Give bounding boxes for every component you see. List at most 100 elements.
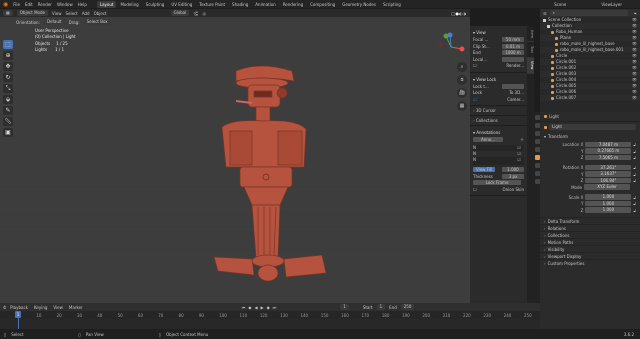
3d-cursor-section[interactable]: › 3D Cursor [470, 106, 527, 116]
jump-start-icon[interactable]: ⏮︎ [242, 305, 246, 310]
rotate-tool-icon[interactable]: ↻ [3, 73, 13, 82]
drag-selector[interactable]: Select Box [83, 19, 111, 25]
annotation-layer-selector[interactable]: Anno... [473, 137, 503, 142]
menu-help[interactable]: Help [78, 2, 87, 7]
rotation-x-field[interactable]: 37.261° [585, 164, 632, 171]
lock-icon[interactable]: 🔓︎ [633, 155, 636, 160]
proportional-edit-icon[interactable]: ◎ [202, 11, 206, 16]
start-frame-field[interactable]: 1 [376, 304, 386, 310]
annotation-layer-list[interactable]: N ☑ N ☑ N ☑ [473, 145, 524, 165]
timeline-menu-keying[interactable]: Keying [34, 305, 47, 310]
tab-rendering[interactable]: Rendering [280, 1, 306, 8]
physics-props-tab-icon[interactable] [534, 163, 540, 168]
menu-edit[interactable]: Edit [25, 2, 33, 7]
lock-icon[interactable]: 🔓︎ [633, 149, 636, 154]
zoom-icon[interactable]: ⌕ [457, 62, 467, 72]
outliner-item[interactable]: Circle.007 👁︎ [540, 95, 640, 101]
blender-logo-icon[interactable]: ◉ [3, 1, 8, 8]
object-props-tab-icon[interactable] [534, 155, 540, 160]
scale-tool-icon[interactable]: ⤡ [3, 84, 13, 93]
camera-lock-checkbox[interactable]: ☑ [473, 97, 477, 102]
pan-hand-icon[interactable]: ✋︎ [457, 75, 467, 85]
location-z-field[interactable]: 7.5065 m [585, 154, 632, 161]
menu-window[interactable]: Window [57, 2, 73, 7]
next-keyframe-icon[interactable]: ◆ [267, 305, 270, 310]
measure-tool-icon[interactable]: 📏︎ [3, 117, 13, 126]
jump-end-icon[interactable]: ⏭︎ [273, 305, 277, 310]
move-tool-icon[interactable]: ✥ [3, 62, 13, 71]
tab-shading[interactable]: Shading [229, 1, 251, 8]
focal-length-field[interactable]: 50 mm [502, 37, 524, 42]
grid-toggle-icon[interactable]: ▦ [457, 101, 467, 111]
panel-visibility[interactable]: › Visibility [540, 245, 640, 252]
output-props-tab-icon[interactable] [534, 131, 540, 136]
render-region-checkbox[interactable]: ☐ [473, 63, 477, 68]
add-cube-tool-icon[interactable]: ▣ [3, 128, 13, 137]
tab-texture-paint[interactable]: Texture Paint [196, 1, 228, 8]
play-reverse-icon[interactable]: ◀ [254, 305, 257, 310]
lock-icon[interactable]: 🔓︎ [633, 172, 636, 177]
panel-viewport-display[interactable]: › Viewport Display [540, 252, 640, 259]
viewport-menu-add[interactable]: Add [82, 11, 90, 16]
location-y-field[interactable]: 0.27665 m [585, 148, 632, 154]
view-section-title[interactable]: ▾ View [473, 30, 524, 35]
tab-view[interactable]: View [527, 58, 534, 74]
navigation-gizmo[interactable] [436, 32, 466, 62]
scene-selector[interactable]: Scene [554, 2, 566, 7]
tab-modeling[interactable]: Modeling [117, 1, 141, 8]
playhead[interactable]: 1 [15, 311, 21, 318]
lock-icon[interactable]: 🔓︎ [633, 208, 636, 213]
tab-tool[interactable]: Tool [527, 42, 534, 58]
clip-start-field[interactable]: 0.01 m [502, 43, 524, 49]
tab-scripting[interactable]: Scripting [380, 1, 404, 8]
menu-render[interactable]: Render [38, 2, 52, 7]
render-props-tab-icon[interactable] [534, 123, 540, 128]
select-box-tool-icon[interactable]: ⬚ [3, 40, 13, 49]
viewport-menu-select[interactable]: Select [65, 11, 77, 16]
lock-icon[interactable]: 🔓︎ [633, 142, 636, 147]
transform-orientation-selector[interactable]: Global [170, 10, 190, 16]
tab-item[interactable]: Item [527, 26, 534, 42]
timeline-menu-playback[interactable]: Playback [10, 305, 28, 310]
3d-viewport[interactable] [0, 9, 470, 303]
tab-uv-editing[interactable]: UV Editing [168, 1, 195, 8]
panel-relations[interactable]: › Relations [540, 224, 640, 231]
rotation-y-field[interactable]: 3.1637° [585, 171, 632, 177]
object-name-field[interactable]: Light [549, 124, 636, 130]
rotation-z-field[interactable]: 106.94° [585, 177, 632, 184]
cursor-tool-icon[interactable]: ⊕ [3, 51, 13, 60]
snap-icon[interactable]: 🧲︎ [193, 11, 198, 16]
viewlayer-selector[interactable]: ViewLayer [601, 2, 622, 7]
lock-frame-button[interactable]: Lock Frame [473, 180, 521, 185]
tool-props-tab-icon[interactable] [534, 115, 540, 120]
menu-file[interactable]: File [13, 2, 20, 7]
panel-delta-transform[interactable]: › Delta Transform [540, 217, 640, 224]
outliner-search-input[interactable]: ⌕ [549, 10, 628, 16]
light-data-tab-icon[interactable] [534, 179, 540, 184]
timeline-menu-view[interactable]: View [53, 305, 63, 310]
panel-custom-properties[interactable]: › Custom Properties [540, 259, 640, 266]
local-camera-field[interactable] [502, 56, 524, 62]
add-annotation-icon[interactable]: ＋ [520, 137, 524, 143]
collections-section[interactable]: › Collections [470, 116, 527, 126]
rendered-shading-icon[interactable]: ◑ [463, 11, 467, 16]
play-icon[interactable]: ▶ [261, 305, 264, 310]
lock-icon[interactable]: 🔓︎ [633, 178, 636, 183]
constraints-props-tab-icon[interactable] [534, 171, 540, 176]
panel-motion-paths[interactable]: › Motion Paths [540, 238, 640, 245]
transform-tool-icon[interactable]: ⬙ [3, 95, 13, 104]
panel-collections[interactable]: › Collections [540, 231, 640, 238]
end-frame-field[interactable]: 250 [400, 304, 415, 310]
annotations-title[interactable]: ▾ Annotations [473, 130, 524, 135]
tab-sculpting[interactable]: Sculpting [143, 1, 168, 8]
annotate-tool-icon[interactable]: ✎ [3, 106, 13, 115]
tab-layout[interactable]: Layout [96, 0, 117, 8]
lock-icon[interactable]: 🔓︎ [633, 201, 636, 206]
filter-icon[interactable]: ⏷ [634, 11, 637, 16]
timeline-editor-icon[interactable]: ⏱︎ [3, 305, 6, 310]
visibility-eye-icon[interactable]: 👁︎ [632, 95, 637, 101]
onion-skin-checkbox[interactable]: ☐ [473, 187, 477, 192]
scene-props-tab-icon[interactable] [534, 139, 540, 144]
orientation-selector[interactable]: Default [43, 19, 65, 25]
view-fill-field[interactable]: 1.000 [502, 167, 524, 172]
